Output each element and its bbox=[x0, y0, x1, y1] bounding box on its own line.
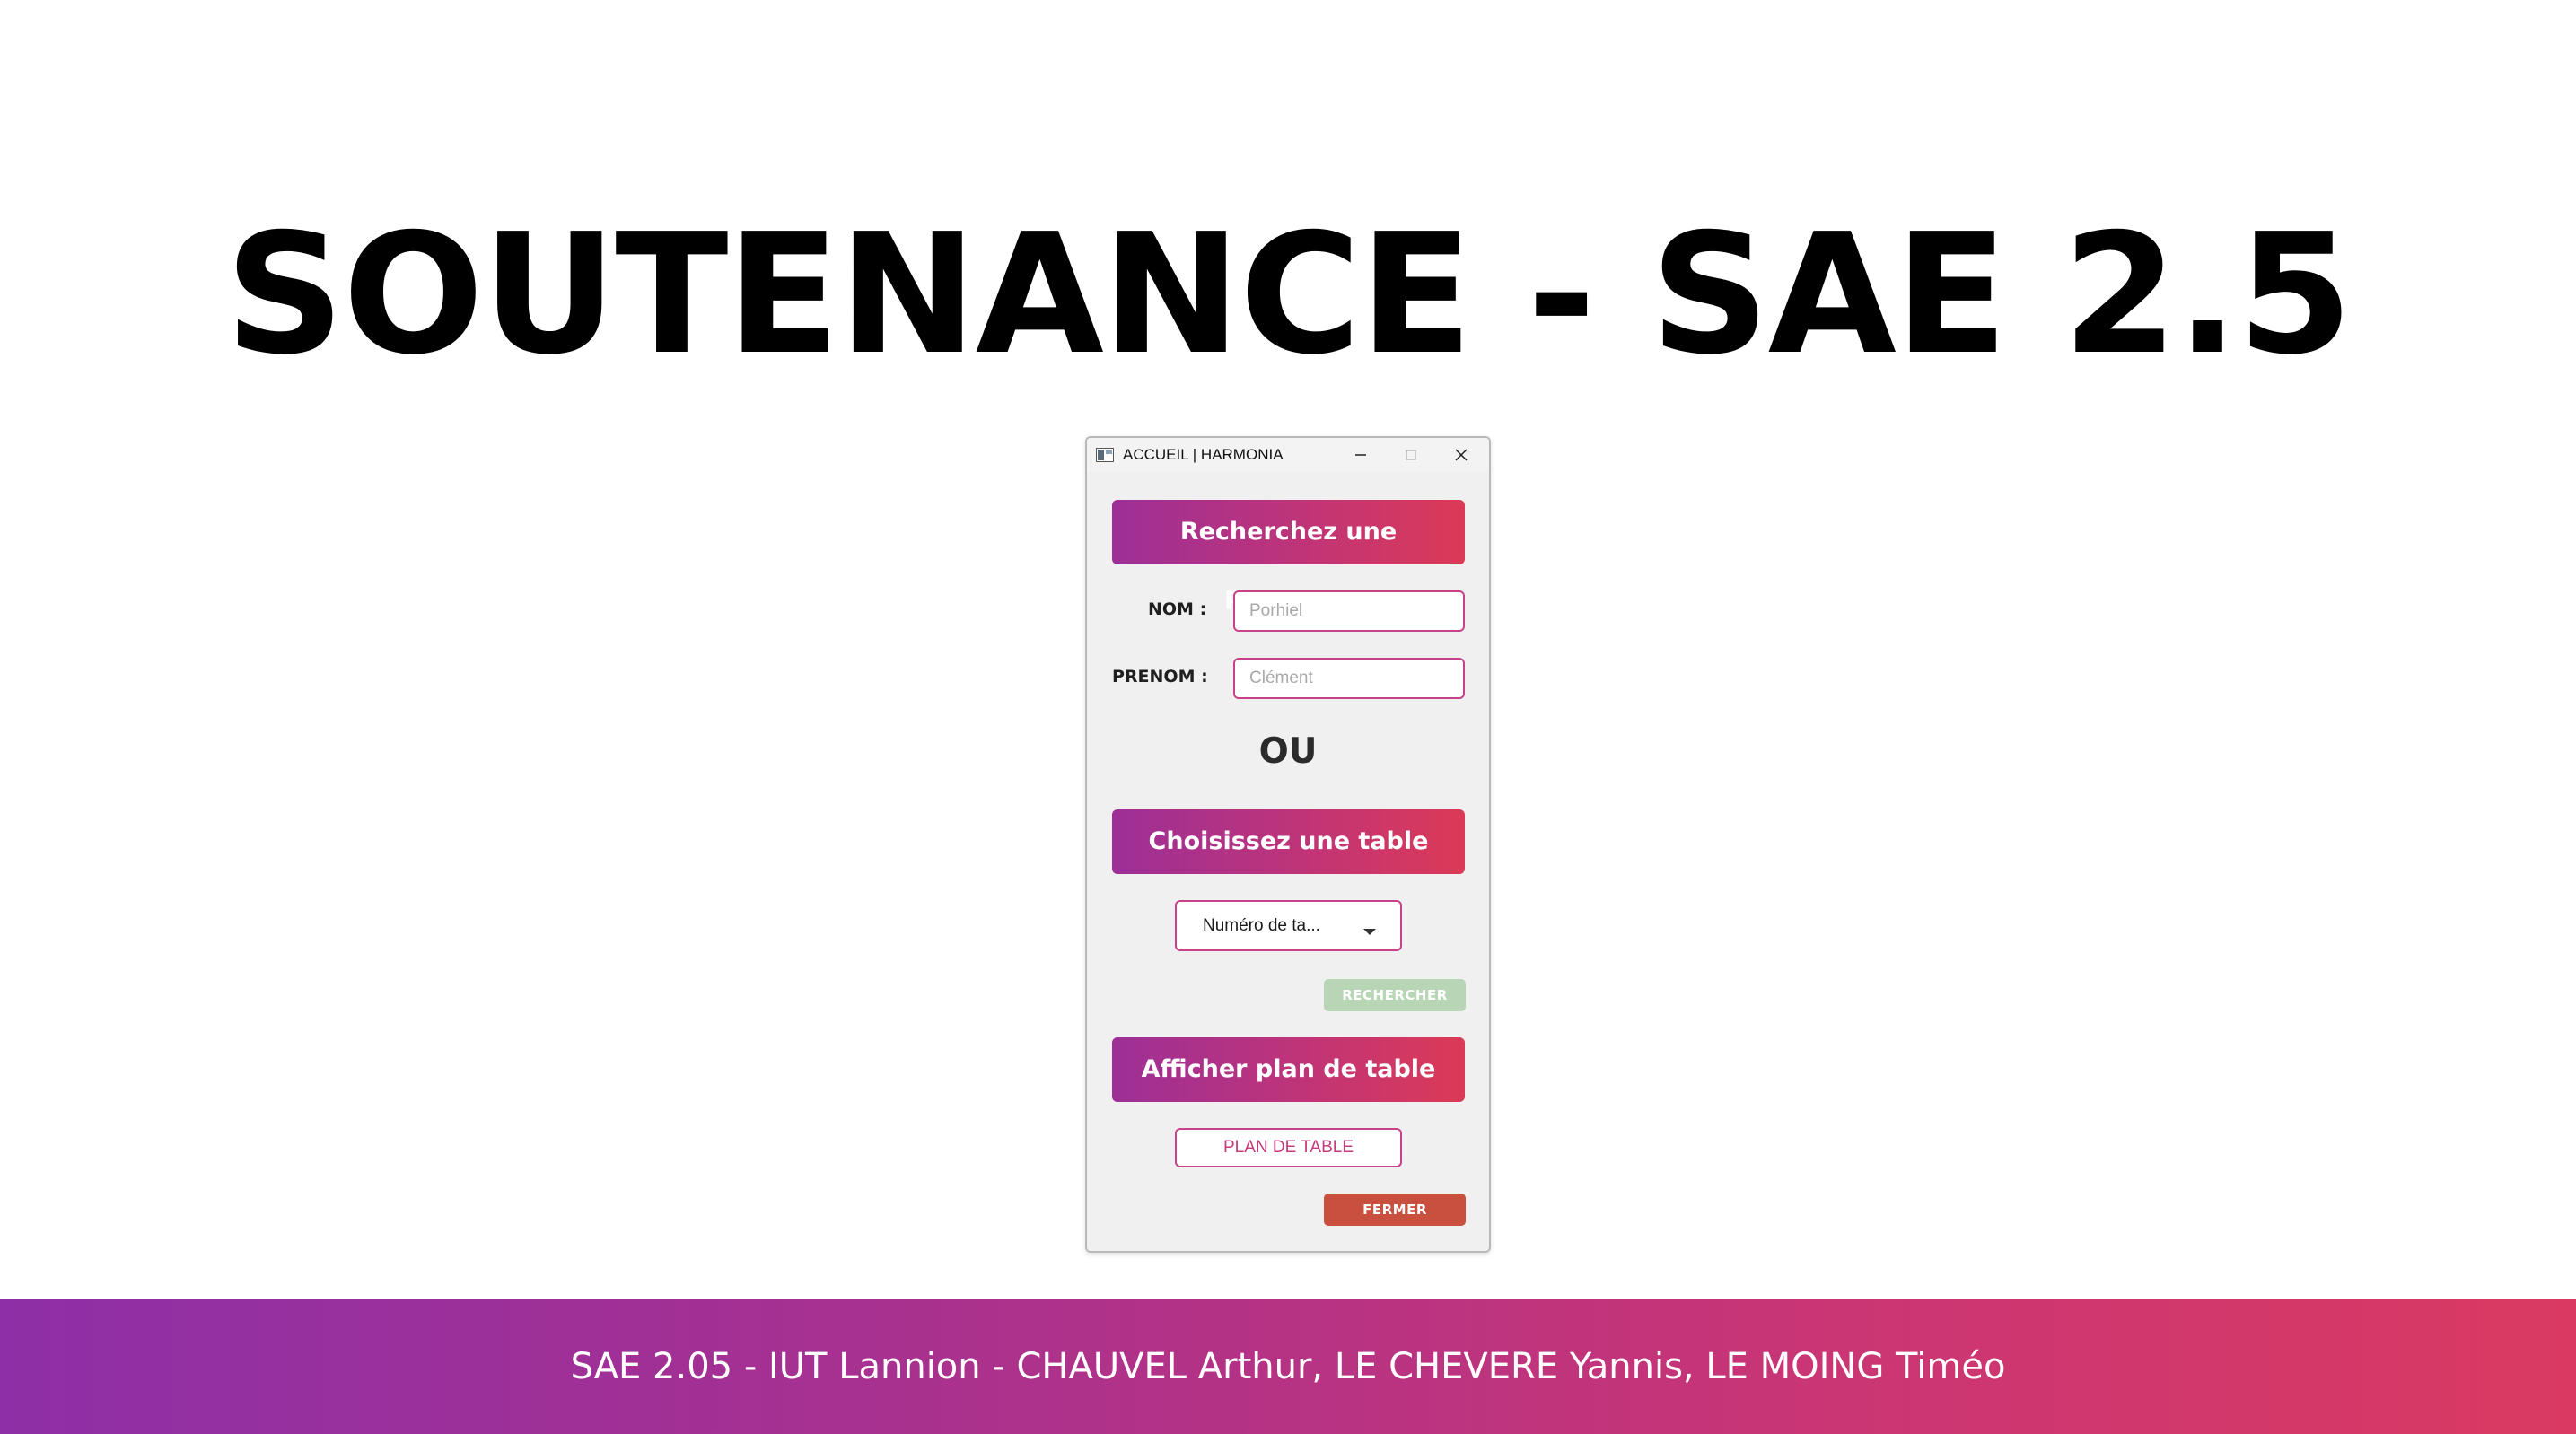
nom-label: NOM : bbox=[1148, 599, 1207, 619]
or-separator: OU bbox=[1258, 731, 1318, 772]
search-person-banner: Recherchez une personne bbox=[1112, 500, 1465, 610]
minimize-icon bbox=[1355, 454, 1366, 456]
window-title: ACCUEIL | HARMONIA bbox=[1123, 446, 1284, 463]
prenom-label: PRENOM : bbox=[1112, 667, 1208, 686]
chevron-down-icon bbox=[1363, 922, 1376, 940]
table-plan-button[interactable]: PLAN DE TABLE bbox=[1175, 1128, 1402, 1167]
close-button[interactable]: FERMER bbox=[1324, 1194, 1466, 1226]
maximize-icon bbox=[1406, 450, 1416, 460]
minimize-button[interactable] bbox=[1334, 438, 1388, 472]
maximize-button[interactable] bbox=[1384, 438, 1438, 472]
search-button[interactable]: RECHERCHER bbox=[1324, 979, 1466, 1011]
close-window-button[interactable] bbox=[1434, 438, 1488, 472]
footer-bar: SAE 2.05 - IUT Lannion - CHAUVEL Arthur,… bbox=[0, 1299, 2576, 1434]
harmonia-window: ACCUEIL | HARMONIA Recherchez une person… bbox=[1085, 436, 1491, 1253]
choose-table-banner: Choisissez une table bbox=[1112, 809, 1465, 874]
prenom-input[interactable] bbox=[1233, 658, 1465, 699]
close-icon bbox=[1455, 449, 1468, 461]
table-select-value: Numéro de ta... bbox=[1203, 916, 1320, 935]
footer-text: SAE 2.05 - IUT Lannion - CHAUVEL Arthur,… bbox=[570, 1346, 2006, 1387]
app-window-icon bbox=[1096, 448, 1114, 462]
slide-title: SOUTENANCE - SAE 2.5 bbox=[224, 197, 2353, 391]
show-plan-banner: Afficher plan de table bbox=[1112, 1037, 1465, 1102]
presentation-slide: SOUTENANCE - SAE 2.5 ACCUEIL | HARMONIA bbox=[0, 0, 2576, 1434]
table-number-select[interactable]: Numéro de ta... bbox=[1175, 900, 1402, 951]
window-titlebar[interactable]: ACCUEIL | HARMONIA bbox=[1087, 438, 1489, 472]
nom-input[interactable] bbox=[1233, 590, 1465, 632]
